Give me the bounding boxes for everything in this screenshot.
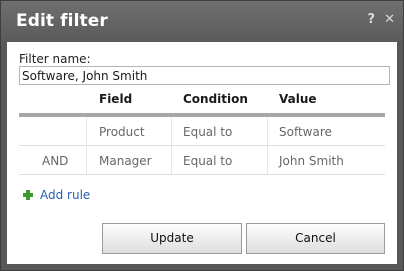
add-rule-link[interactable]: Add rule xyxy=(23,188,90,202)
close-icon[interactable]: ✕ xyxy=(384,13,395,27)
update-button[interactable]: Update xyxy=(102,223,242,254)
column-divider xyxy=(171,117,172,146)
titlebar-controls: ? ✕ xyxy=(368,13,395,27)
dialog-body: Filter name: Field Condition Value Produ… xyxy=(7,42,397,264)
plus-icon xyxy=(23,190,33,200)
column-divider xyxy=(267,146,268,175)
add-rule-label[interactable]: Add rule xyxy=(40,188,90,202)
rule-condition[interactable]: Equal to xyxy=(183,125,232,139)
rule-value[interactable]: John Smith xyxy=(279,154,344,168)
column-divider xyxy=(86,117,87,146)
filter-name-input[interactable] xyxy=(19,66,390,85)
column-divider xyxy=(267,117,268,146)
cancel-button[interactable]: Cancel xyxy=(246,223,385,254)
column-header-condition: Condition xyxy=(183,92,248,106)
column-header-value: Value xyxy=(279,92,317,106)
column-divider xyxy=(171,146,172,175)
column-header-field: Field xyxy=(99,92,133,106)
dialog-titlebar: Edit filter ? ✕ xyxy=(1,1,403,42)
rule-field[interactable]: Manager xyxy=(99,154,152,168)
table-row[interactable]: Product Equal to Software xyxy=(19,117,385,146)
filter-name-label: Filter name: xyxy=(19,52,91,66)
rule-field[interactable]: Product xyxy=(99,125,145,139)
rule-value[interactable]: Software xyxy=(279,125,332,139)
column-divider xyxy=(86,146,87,175)
dialog-title: Edit filter xyxy=(16,11,108,31)
edit-filter-dialog: Edit filter ? ✕ Filter name: Field Condi… xyxy=(0,0,404,271)
table-row[interactable]: AND Manager Equal to John Smith xyxy=(19,146,385,175)
rule-condition[interactable]: Equal to xyxy=(183,154,232,168)
rule-operator: AND xyxy=(42,154,69,168)
help-icon[interactable]: ? xyxy=(368,13,376,27)
